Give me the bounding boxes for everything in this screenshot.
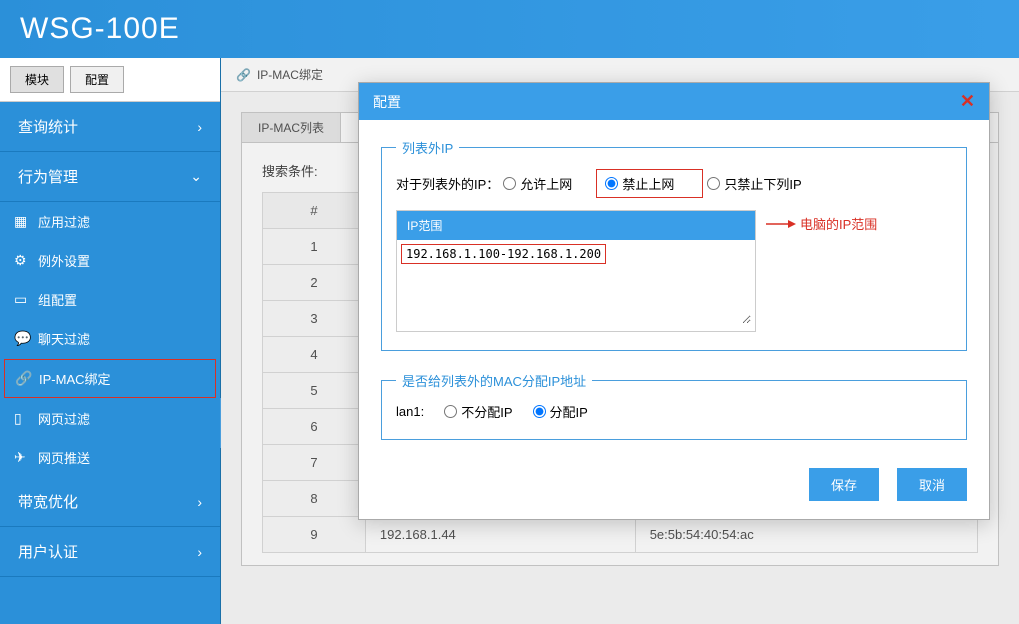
close-icon[interactable]: ✕ — [960, 91, 975, 112]
nav-behavior-mgmt[interactable]: 行为管理 ⌄ — [0, 152, 220, 202]
radio-alloc-input[interactable] — [533, 405, 546, 418]
chat-icon: 💬 — [14, 330, 30, 347]
nav-label: 查询统计 — [18, 116, 78, 137]
radio-deny[interactable]: 禁止上网 — [605, 174, 674, 193]
annotation-arrow: 电脑的IP范围 — [766, 214, 877, 233]
arrow-icon — [766, 217, 796, 231]
tab-config[interactable]: 配置 — [70, 66, 124, 93]
sidebar-item-label: IP-MAC绑定 — [39, 369, 111, 388]
logo: WSG-100E — [20, 12, 180, 46]
fieldset-legend: 是否给列表外的MAC分配IP地址 — [396, 371, 592, 390]
radio-allow[interactable]: 允许上网 — [503, 174, 572, 193]
nav-bandwidth[interactable]: 带宽优化 › — [0, 477, 220, 527]
sidebar-item-web-filter[interactable]: ▯ 网页过滤 — [0, 399, 220, 438]
card-icon: ▭ — [14, 291, 30, 308]
modal-footer: 保存 取消 — [381, 460, 967, 501]
fieldset-mac-alloc: 是否给列表外的MAC分配IP地址 lan1: 不分配IP 分配IP — [381, 371, 967, 440]
annotation-text: 电脑的IP范围 — [800, 214, 877, 233]
radio-noalloc[interactable]: 不分配IP — [444, 402, 512, 421]
ip-range-textarea[interactable] — [401, 264, 751, 324]
send-icon: ✈ — [14, 449, 30, 466]
radio-only-below[interactable]: 只禁止下列IP — [707, 174, 801, 193]
sidebar-item-group-config[interactable]: ▭ 组配置 — [0, 280, 220, 319]
modal-title: 配置 — [373, 92, 401, 112]
sidebar-item-label: 网页推送 — [38, 448, 90, 467]
lan-label: lan1: — [396, 404, 424, 419]
radio-allow-input[interactable] — [503, 177, 516, 190]
radio-only-input[interactable] — [707, 177, 720, 190]
fieldset-legend: 列表外IP — [396, 138, 459, 157]
sidebar-item-label: 组配置 — [38, 290, 77, 309]
modal-header[interactable]: 配置 ✕ — [359, 83, 989, 120]
sidebar-item-ip-mac-bind[interactable]: 🔗 IP-MAC绑定 — [4, 359, 216, 398]
cancel-button[interactable]: 取消 — [897, 468, 967, 501]
ip-range-box: IP范围 192.168.1.100-192.168.1.200 — [396, 210, 756, 332]
radio-alloc[interactable]: 分配IP — [533, 402, 588, 421]
radio-deny-input[interactable] — [605, 177, 618, 190]
chevron-down-icon: ⌄ — [190, 168, 202, 185]
config-modal: 配置 ✕ 列表外IP 对于列表外的IP： 允许上网 禁止上网 只禁止下列IP I… — [358, 82, 990, 520]
radio-noalloc-input[interactable] — [444, 405, 457, 418]
gear-icon: ⚙ — [14, 252, 30, 269]
nav-label: 带宽优化 — [18, 491, 78, 512]
sidebar: 模块 配置 查询统计 › 行为管理 ⌄ ▦ 应用过滤 ⚙ 例外设置 ▭ 组配置 … — [0, 58, 221, 624]
nav-label: 用户认证 — [18, 541, 78, 562]
sidebar-item-label: 应用过滤 — [38, 212, 90, 231]
sidebar-item-label: 聊天过滤 — [38, 329, 90, 348]
sidebar-item-label: 网页过滤 — [38, 409, 90, 428]
sidebar-item-chat-filter[interactable]: 💬 聊天过滤 — [0, 319, 220, 358]
page-icon: ▯ — [14, 410, 30, 427]
nav-query-stats[interactable]: 查询统计 › — [0, 102, 220, 152]
fieldset-offlist-ip: 列表外IP 对于列表外的IP： 允许上网 禁止上网 只禁止下列IP IP范围 1… — [381, 138, 967, 351]
offlist-label: 对于列表外的IP： — [396, 174, 499, 193]
chevron-right-icon: › — [197, 544, 202, 560]
grid-icon: ▦ — [14, 213, 30, 230]
chevron-right-icon: › — [197, 119, 202, 135]
sidebar-item-label: 例外设置 — [38, 251, 90, 270]
link-icon: 🔗 — [15, 370, 31, 387]
ip-range-header: IP范围 — [397, 211, 755, 240]
nav-label: 行为管理 — [18, 166, 78, 187]
tab-module[interactable]: 模块 — [10, 66, 64, 93]
chevron-right-icon: › — [197, 494, 202, 510]
save-button[interactable]: 保存 — [809, 468, 879, 501]
sidebar-item-web-push[interactable]: ✈ 网页推送 — [0, 438, 220, 477]
sidebar-tabs: 模块 配置 — [0, 58, 220, 102]
app-header: WSG-100E — [0, 0, 1019, 58]
nav-user-auth[interactable]: 用户认证 › — [0, 527, 220, 577]
ip-range-value: 192.168.1.100-192.168.1.200 — [401, 244, 606, 264]
sidebar-item-exception[interactable]: ⚙ 例外设置 — [0, 241, 220, 280]
sidebar-item-app-filter[interactable]: ▦ 应用过滤 — [0, 202, 220, 241]
